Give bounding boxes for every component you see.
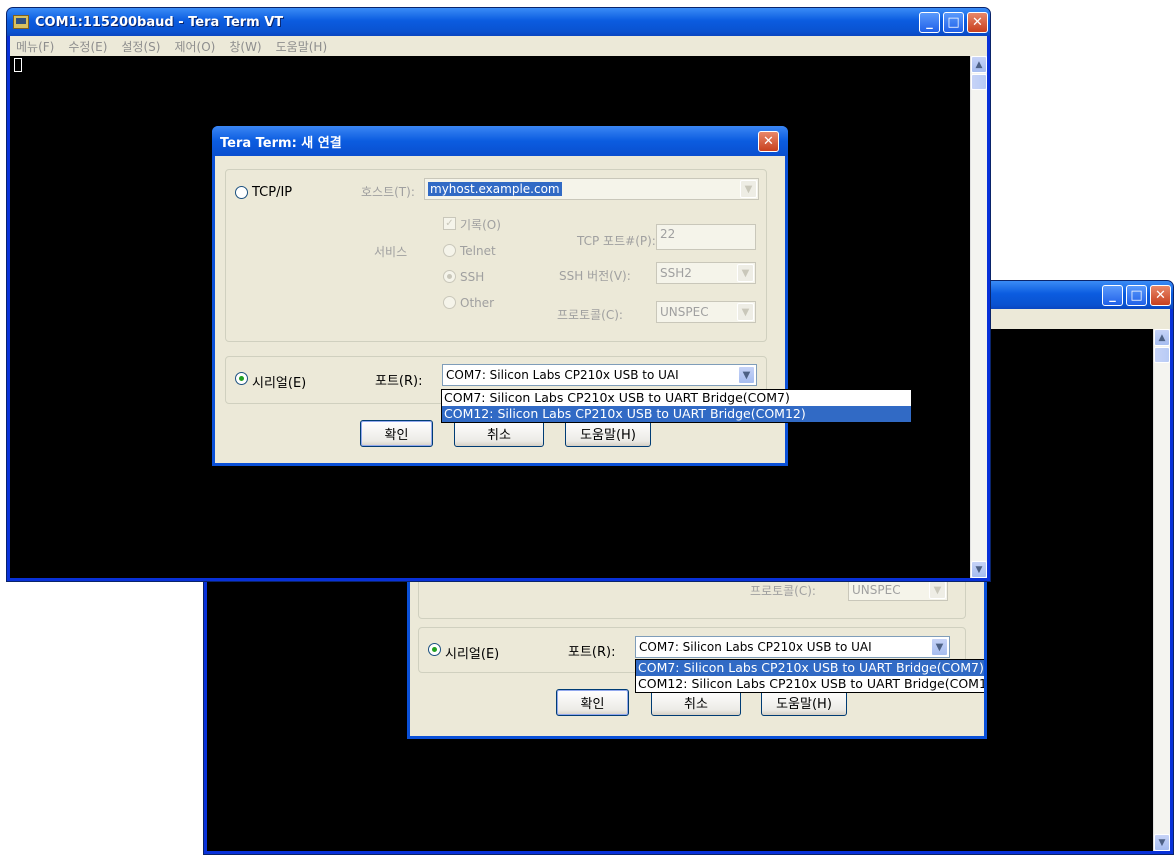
back-port-select[interactable]: COM7: Silicon Labs CP210x USB to UAI ▼ [635, 636, 950, 658]
menubar: 메뉴(F) 수정(E) 설정(S) 제어(O) 창(W) 도움말(H) [10, 36, 987, 56]
chevron-down-icon[interactable]: ▼ [738, 366, 755, 384]
back-port-option[interactable]: COM7: Silicon Labs CP210x USB to UART Br… [636, 660, 984, 676]
chevron-down-icon: ▼ [929, 581, 946, 599]
teraterm-app-icon [13, 15, 29, 29]
back-maximize-button[interactable]: □ [1126, 285, 1147, 306]
close-button[interactable]: ✕ [967, 12, 988, 33]
port-dropdown-list[interactable]: COM7: Silicon Labs CP210x USB to UART Br… [441, 389, 912, 423]
back-scroll-down-arrow[interactable]: ▼ [1154, 834, 1170, 851]
service-label: 서비스 [374, 245, 408, 259]
other-label: Other [460, 296, 495, 310]
dialog-title: Tera Term: 새 연결 [220, 135, 342, 151]
back-port-option[interactable]: COM12: Silicon Labs CP210x USB to UART B… [636, 676, 984, 692]
telnet-label: Telnet [460, 244, 496, 258]
menu-item-edit[interactable]: 수정(E) [68, 38, 107, 55]
scroll-down-arrow[interactable]: ▼ [971, 561, 987, 578]
history-label: 기록(O) [460, 218, 501, 232]
protocol-select: UNSPEC ▼ [656, 301, 756, 323]
menu-item-control[interactable]: 제어(O) [174, 38, 215, 55]
back-scroll-thumb[interactable] [1154, 347, 1170, 363]
chevron-down-icon: ▼ [740, 180, 757, 198]
protocol-label: 프로토콜(C): [557, 308, 623, 322]
scroll-up-arrow[interactable]: ▲ [971, 56, 987, 73]
other-radio [443, 296, 456, 309]
back-protocol-select: UNSPEC ▼ [848, 579, 948, 601]
tcpip-radio[interactable] [235, 186, 248, 199]
ssh-radio [443, 270, 456, 283]
back-vertical-scrollbar[interactable]: ▲ ▼ [1153, 329, 1170, 851]
menu-item-window[interactable]: 창(W) [229, 38, 261, 55]
host-label: 호스트(T): [361, 185, 415, 199]
back-protocol-label: 프로토콜(C): [750, 584, 816, 598]
history-checkbox: ✓ [443, 217, 456, 230]
minimize-button[interactable]: _ [919, 12, 940, 33]
dialog-titlebar[interactable]: Tera Term: 새 연결 [212, 126, 788, 156]
chevron-down-icon: ▼ [737, 264, 754, 282]
ssh-version-label: SSH 버전(V): [559, 269, 631, 283]
back-ok-button[interactable]: 확인 [556, 689, 629, 716]
ssh-label: SSH [460, 270, 485, 284]
port-select[interactable]: COM7: Silicon Labs CP210x USB to UAI ▼ [442, 364, 757, 386]
back-port-dropdown-list[interactable]: COM7: Silicon Labs CP210x USB to UART Br… [635, 659, 984, 693]
port-label: 포트(R): [375, 374, 423, 389]
menu-item-help[interactable]: 도움말(H) [276, 38, 328, 55]
serial-radio[interactable] [235, 372, 248, 385]
telnet-radio [443, 244, 456, 257]
back-port-label: 포트(R): [568, 645, 616, 660]
menu-item-setup[interactable]: 설정(S) [121, 38, 160, 55]
back-serial-radio[interactable] [428, 643, 441, 656]
maximize-button[interactable]: □ [943, 12, 964, 33]
vertical-scrollbar[interactable]: ▲ ▼ [970, 56, 987, 578]
tcp-port-label: TCP 포트#(P): [577, 234, 656, 248]
window-title: COM1:115200baud - Tera Term VT [35, 14, 284, 30]
tcpip-label[interactable]: TCP/IP [252, 185, 292, 200]
tcp-port-input: 22 [656, 224, 756, 250]
back-scroll-up-arrow[interactable]: ▲ [1154, 329, 1170, 346]
scroll-thumb[interactable] [971, 74, 987, 90]
chevron-down-icon: ▼ [737, 303, 754, 321]
window-titlebar[interactable]: COM1:115200baud - Tera Term VT [7, 8, 990, 36]
back-minimize-button[interactable]: _ [1102, 285, 1123, 306]
ssh-version-select: SSH2 ▼ [656, 262, 756, 284]
port-option[interactable]: COM12: Silicon Labs CP210x USB to UART B… [442, 406, 911, 422]
back-help-button[interactable]: 도움말(H) [761, 689, 847, 716]
help-button[interactable]: 도움말(H) [565, 420, 651, 447]
menu-item-file[interactable]: 메뉴(F) [16, 38, 54, 55]
back-cancel-button[interactable]: 취소 [651, 689, 741, 716]
chevron-down-icon[interactable]: ▼ [931, 638, 948, 656]
host-select: myhost.example.com ▼ [424, 178, 759, 200]
serial-label[interactable]: 시리얼(E) [252, 372, 306, 391]
port-option[interactable]: COM7: Silicon Labs CP210x USB to UART Br… [442, 390, 911, 406]
back-close-button[interactable]: ✕ [1150, 285, 1171, 306]
back-new-connection-dialog: 프로토콜(C): UNSPEC ▼ 시리얼(E) 포트(R): COM7: Sil… [407, 579, 987, 739]
text-cursor [14, 58, 22, 72]
dialog-close-button[interactable]: ✕ [758, 131, 779, 152]
cancel-button[interactable]: 취소 [454, 420, 544, 447]
back-serial-label[interactable]: 시리얼(E) [445, 643, 499, 662]
ok-button[interactable]: 확인 [360, 420, 433, 447]
